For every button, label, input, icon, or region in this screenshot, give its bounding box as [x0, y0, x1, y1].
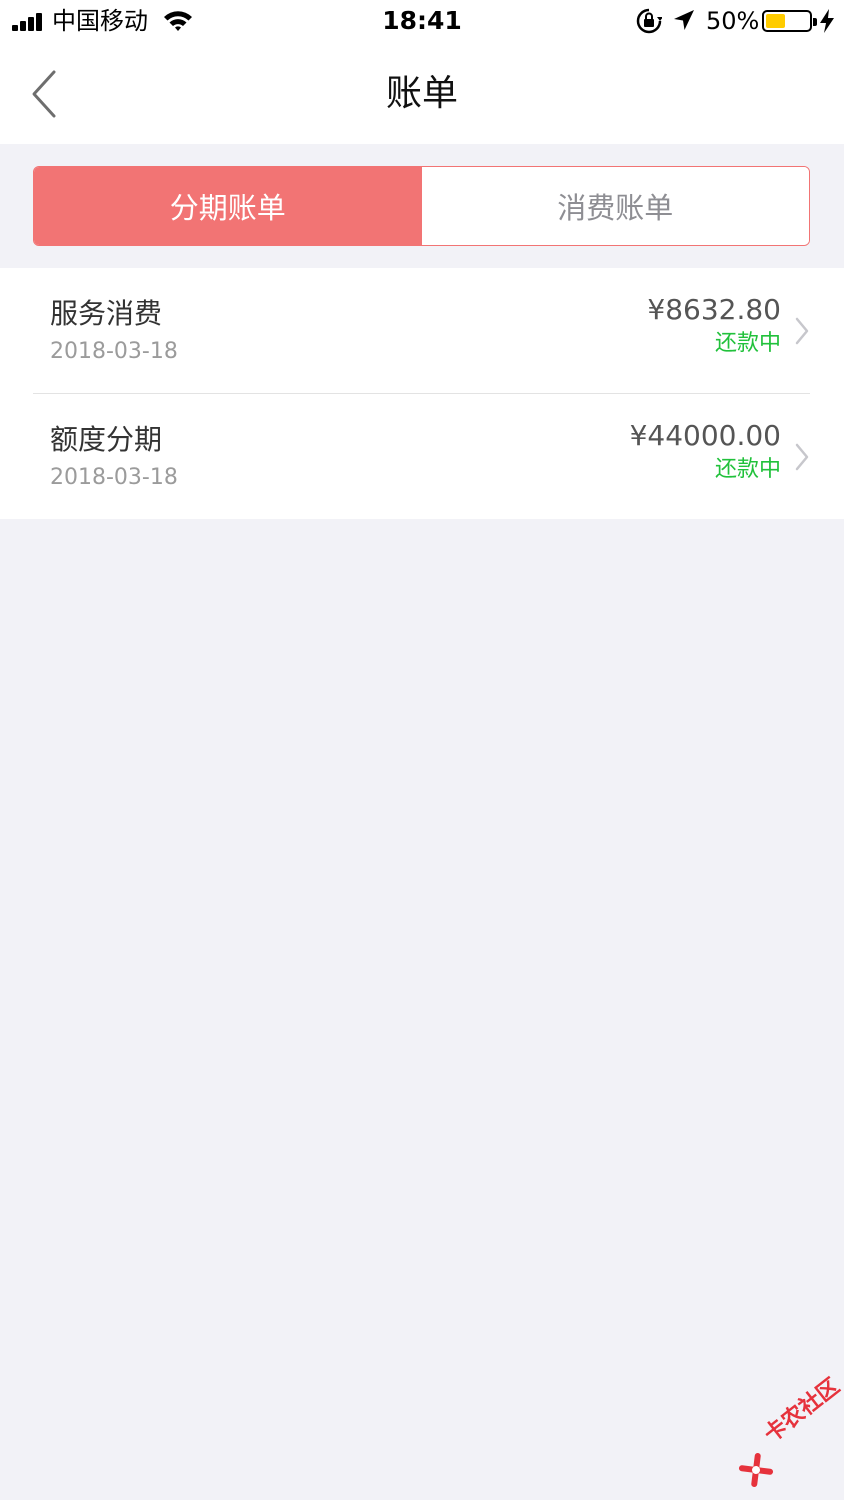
chevron-right-icon [795, 317, 809, 345]
status-bar: 中国移动 18:41 50% [0, 0, 844, 44]
bill-status: 还款中 [714, 457, 781, 482]
location-arrow-icon [674, 10, 694, 30]
bill-amount: ¥8632.80 [647, 293, 781, 326]
battery-icon [762, 10, 817, 32]
list-item[interactable]: 服务消费 2018-03-18 ¥8632.80 还款中 [0, 268, 844, 394]
battery-percent: 50% [706, 7, 760, 35]
rotation-lock-icon [636, 8, 662, 34]
bill-date: 2018-03-18 [50, 465, 178, 490]
bill-date: 2018-03-18 [50, 339, 178, 364]
navigation-bar: 账单 [0, 44, 844, 144]
bill-name: 额度分期 [50, 423, 163, 456]
chevron-right-icon [795, 443, 809, 471]
bill-name: 服务消费 [50, 297, 163, 330]
list-item[interactable]: 额度分期 2018-03-18 ¥44000.00 还款中 [0, 394, 844, 519]
tab-consumption-bills[interactable]: 消费账单 [421, 167, 809, 245]
page-title: 账单 [385, 73, 458, 114]
bill-type-tabs: 分期账单 消费账单 [33, 166, 810, 246]
bill-amount: ¥44000.00 [629, 419, 781, 452]
charging-bolt-icon [820, 9, 834, 33]
tab-installment-bills[interactable]: 分期账单 [34, 167, 422, 245]
bill-status: 还款中 [714, 331, 781, 356]
bill-list: 服务消费 2018-03-18 ¥8632.80 还款中 额度分期 2018-0… [0, 268, 844, 519]
